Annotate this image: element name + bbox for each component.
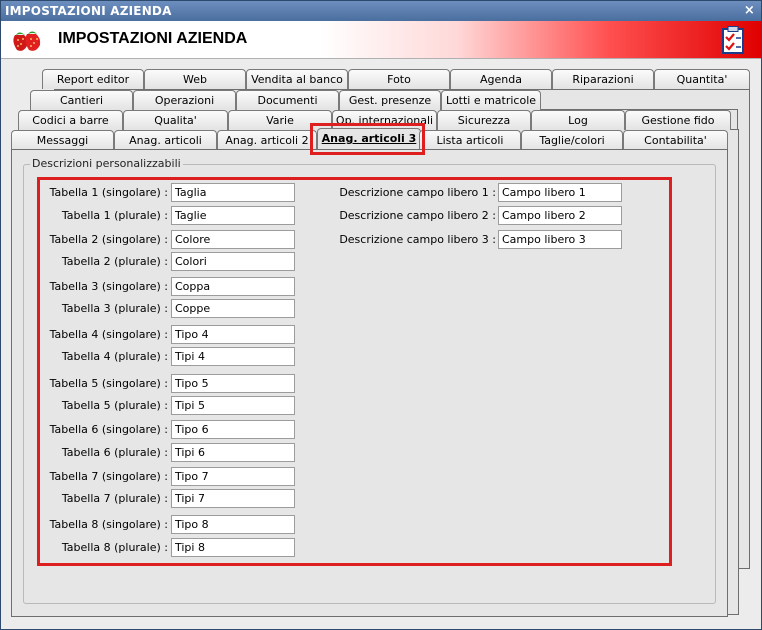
tab-cantieri[interactable]: Cantieri: [30, 90, 133, 110]
tabella-input[interactable]: Tipo 4: [171, 325, 295, 344]
tabella-input[interactable]: Taglia: [171, 183, 295, 202]
tab-web[interactable]: Web: [144, 69, 246, 89]
header-title: IMPOSTAZIONI AZIENDA: [58, 30, 248, 47]
tabella-input[interactable]: Tipi 4: [171, 347, 295, 366]
tab-anag-articoli-2[interactable]: Anag. articoli 2: [217, 130, 317, 150]
checklist-icon[interactable]: [721, 26, 747, 54]
tab-messaggi[interactable]: Messaggi: [11, 130, 114, 150]
campo-libero-input[interactable]: Campo libero 2: [498, 206, 622, 225]
tabella-input[interactable]: Colori: [171, 252, 295, 271]
tabella-input[interactable]: Coppa: [171, 277, 295, 296]
tab-qualita[interactable]: Qualita': [123, 110, 228, 130]
tab-page-anag-articoli-3: Descrizioni personalizzabili Tabella 1 (…: [11, 149, 728, 617]
field-label: Descrizione campo libero 2 :: [339, 209, 496, 222]
tab-agenda[interactable]: Agenda: [450, 69, 552, 89]
tab-anag-articoli-3[interactable]: Anag. articoli 3: [317, 128, 421, 151]
tab-lotti-e-matricole[interactable]: Lotti e matricole: [441, 90, 541, 110]
field-label: Tabella 4 (plurale) :: [61, 350, 168, 363]
tabella-input[interactable]: Tipi 5: [171, 396, 295, 415]
groupbox-descrizioni: Descrizioni personalizzabili Tabella 1 (…: [23, 157, 716, 604]
tab-anag-articoli[interactable]: Anag. articoli: [114, 130, 217, 150]
tab-documenti[interactable]: Documenti: [236, 90, 339, 110]
field-label: Tabella 3 (plurale) :: [61, 302, 168, 315]
tabella-input[interactable]: Tipo 7: [171, 467, 295, 486]
window-title-bar[interactable]: IMPOSTAZIONI AZIENDA ×: [1, 1, 761, 21]
window-title: IMPOSTAZIONI AZIENDA: [5, 4, 172, 18]
strawberries-icon: [13, 31, 41, 51]
tab-contabilita[interactable]: Contabilita': [623, 130, 728, 150]
field-label: Tabella 1 (singolare) :: [49, 186, 168, 199]
header-banner: IMPOSTAZIONI AZIENDA: [1, 21, 761, 59]
tab-varie[interactable]: Varie: [228, 110, 332, 130]
tabella-input[interactable]: Tipo 6: [171, 420, 295, 439]
campo-libero-input[interactable]: Campo libero 3: [498, 230, 622, 249]
settings-window: IMPOSTAZIONI AZIENDA × IMPOSTAZIONI AZIE…: [0, 0, 762, 630]
tab-op-internazionali[interactable]: Op. internazionali: [332, 110, 437, 130]
field-label: Descrizione campo libero 3 :: [339, 233, 496, 246]
tab-log[interactable]: Log: [531, 110, 625, 130]
tabella-input[interactable]: Tipi 7: [171, 489, 295, 508]
field-label: Tabella 7 (plurale) :: [61, 492, 168, 505]
field-label: Tabella 8 (singolare) :: [49, 518, 168, 531]
field-label: Tabella 2 (plurale) :: [61, 255, 168, 268]
field-label: Tabella 6 (plurale) :: [61, 446, 168, 459]
field-label: Tabella 3 (singolare) :: [49, 280, 168, 293]
tab-riparazioni[interactable]: Riparazioni: [552, 69, 654, 89]
tabella-input[interactable]: Coppe: [171, 299, 295, 318]
tabella-input[interactable]: Tipo 8: [171, 515, 295, 534]
tab-operazioni[interactable]: Operazioni: [133, 90, 236, 110]
close-button[interactable]: ×: [744, 2, 755, 20]
tab-report-editor[interactable]: Report editor: [42, 69, 144, 89]
field-label: Tabella 6 (singolare) :: [49, 423, 168, 436]
tab-quantita[interactable]: Quantita': [654, 69, 750, 89]
tabella-input[interactable]: Tipi 8: [171, 538, 295, 557]
groupbox-title: Descrizioni personalizzabili: [30, 157, 183, 170]
field-label: Tabella 8 (plurale) :: [61, 541, 168, 554]
tab-foto[interactable]: Foto: [348, 69, 450, 89]
field-label: Tabella 5 (plurale) :: [61, 399, 168, 412]
tabella-input[interactable]: Tipo 5: [171, 374, 295, 393]
field-label: Tabella 2 (singolare) :: [49, 233, 168, 246]
tab-lista-articoli[interactable]: Lista articoli: [419, 130, 521, 150]
tab-sicurezza[interactable]: Sicurezza: [437, 110, 531, 130]
field-label: Tabella 7 (singolare) :: [49, 470, 168, 483]
tab-taglie-colori[interactable]: Taglie/colori: [521, 130, 623, 150]
field-label: Tabella 4 (singolare) :: [49, 328, 168, 341]
tab-gest-presenze[interactable]: Gest. presenze: [339, 90, 441, 110]
field-label: Tabella 5 (singolare) :: [49, 377, 168, 390]
field-label: Descrizione campo libero 1 :: [339, 186, 496, 199]
campo-libero-input[interactable]: Campo libero 1: [498, 183, 622, 202]
tabella-input[interactable]: Colore: [171, 230, 295, 249]
tab-vendita-al-banco[interactable]: Vendita al banco: [246, 69, 348, 89]
tab-codici-a-barre[interactable]: Codici a barre: [18, 110, 123, 130]
tabella-input[interactable]: Taglie: [171, 206, 295, 225]
field-label: Tabella 1 (plurale) :: [61, 209, 168, 222]
tabella-input[interactable]: Tipi 6: [171, 443, 295, 462]
tab-gestione-fido[interactable]: Gestione fido: [625, 110, 731, 130]
